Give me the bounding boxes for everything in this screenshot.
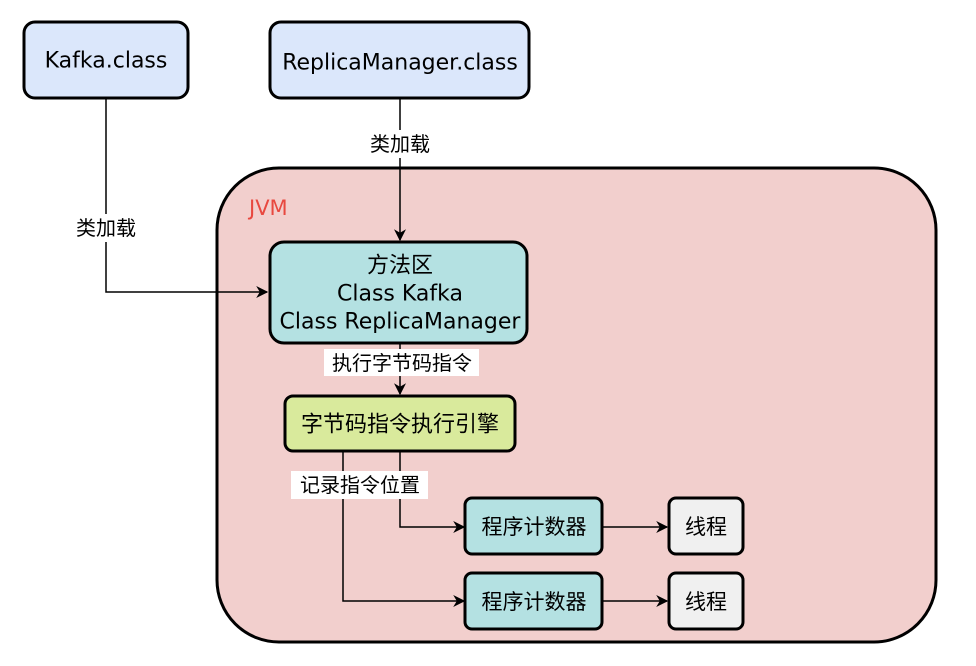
replica-manager-class-label: ReplicaManager.class [282, 51, 518, 76]
thread-label: 线程 [685, 515, 727, 539]
jvm-label: JVM [247, 196, 288, 220]
program-counter-label: 程序计数器 [482, 590, 587, 614]
method-area-class-replica-manager: Class ReplicaManager [280, 310, 522, 335]
thread-label: 线程 [685, 590, 727, 614]
program-counter-label: 程序计数器 [482, 515, 587, 539]
bytecode-engine-label: 字节码指令执行引擎 [301, 413, 499, 438]
architecture-diagram: JVM 类加载 类加载 执行字节码指令 记录指令位置 Kafka.class R… [22, 20, 938, 644]
method-area-title: 方法区 [367, 254, 433, 279]
edge-label-class-load-top: 类加载 [370, 132, 430, 156]
edge-label-execute-bytecode: 执行字节码指令 [332, 351, 472, 375]
edge-label-class-load-left: 类加载 [76, 216, 136, 240]
kafka-class-label: Kafka.class [45, 49, 168, 74]
method-area-class-kafka: Class Kafka [337, 282, 463, 307]
edge-label-record-position: 记录指令位置 [300, 473, 420, 497]
